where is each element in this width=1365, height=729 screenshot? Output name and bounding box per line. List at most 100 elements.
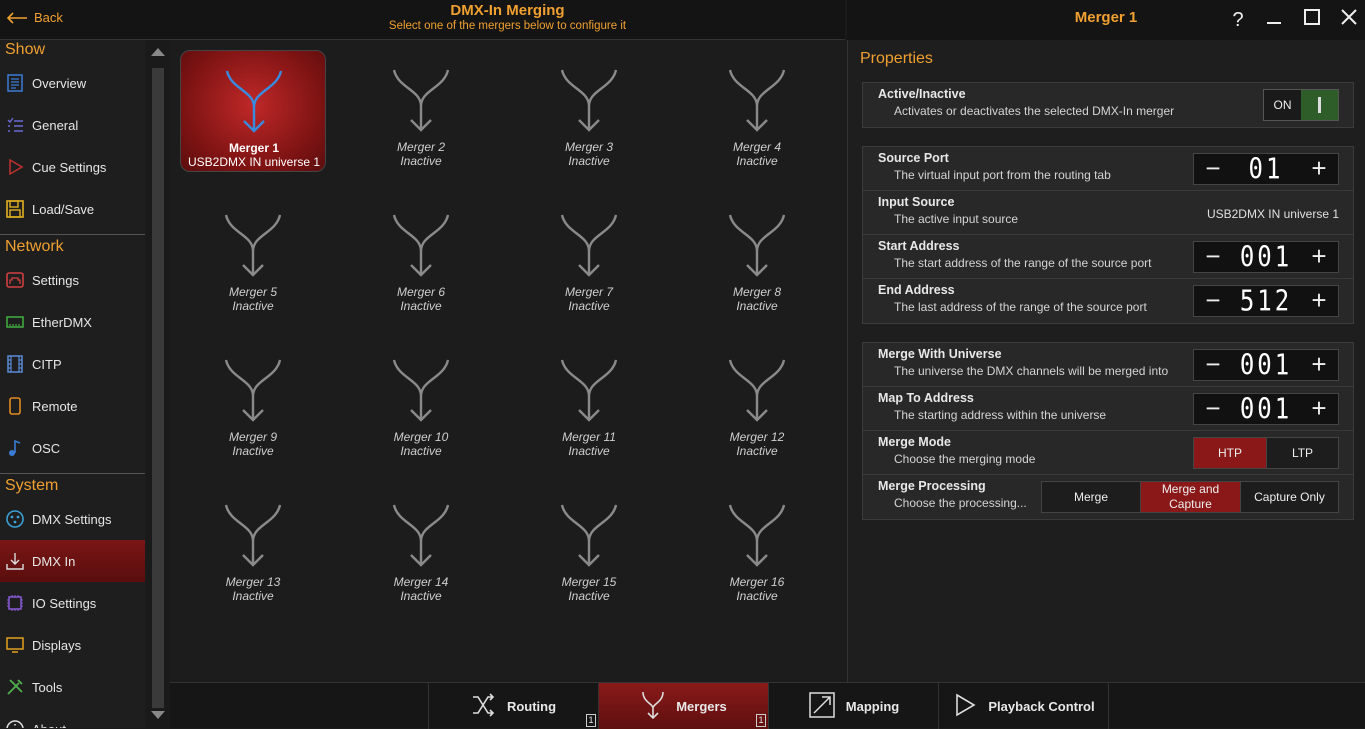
mapping-icon xyxy=(808,691,836,722)
maximize-button[interactable] xyxy=(1299,7,1325,33)
sidebar-item-cue-settings[interactable]: Cue Settings xyxy=(0,146,145,188)
tab-routing[interactable]: Routing 1 xyxy=(428,683,598,729)
sidebar-item-label: Settings xyxy=(32,272,79,288)
merger-status: Inactive xyxy=(232,299,274,313)
merger-name: Merger 4 xyxy=(732,140,782,154)
sidebar-section-title: Show xyxy=(5,41,46,58)
merger-name: Merger 6 xyxy=(396,285,446,299)
decrement-button[interactable]: − xyxy=(1194,242,1232,272)
sidebar-scrollbar[interactable] xyxy=(147,40,169,728)
merge-icon xyxy=(728,359,786,422)
sidebar-item-overview[interactable]: Overview xyxy=(0,62,145,104)
sidebar-item-general[interactable]: General xyxy=(0,104,145,146)
sidebar-item-io-settings[interactable]: IO Settings xyxy=(0,582,145,624)
merge-icon xyxy=(728,504,786,567)
merger-tile[interactable]: Merger 6 Inactive xyxy=(348,195,494,317)
increment-button[interactable]: + xyxy=(1300,154,1338,184)
decrement-button[interactable]: − xyxy=(1194,394,1232,424)
minimize-icon xyxy=(1267,22,1281,24)
merger-status: Inactive xyxy=(400,589,442,603)
merger-tile[interactable]: Merger 11 Inactive xyxy=(516,340,662,462)
tab-label: Routing xyxy=(506,698,557,714)
ethernet-icon xyxy=(4,311,26,333)
merger-tile[interactable]: Merger 2 Inactive xyxy=(348,50,494,172)
sidebar-item-dmx-in[interactable]: DMX In xyxy=(0,540,145,582)
merger-tile[interactable]: Merger 1 USB2DMX IN universe 1 xyxy=(180,50,326,172)
merger-tile[interactable]: Merger 15 Inactive xyxy=(516,485,662,607)
tab-badge: 1 xyxy=(756,714,766,727)
sidebar-item-settings[interactable]: Settings xyxy=(0,259,145,301)
end-address-stepper[interactable]: − 512 + xyxy=(1193,284,1339,318)
map-address-title: Map To Address xyxy=(878,391,974,405)
tab-mapping[interactable]: Mapping xyxy=(768,683,938,729)
decrement-button[interactable]: − xyxy=(1194,154,1232,184)
sidebar-item-osc[interactable]: OSC xyxy=(0,427,145,469)
overview-icon xyxy=(4,72,26,94)
start-address-stepper[interactable]: − 001 + xyxy=(1193,240,1339,274)
merge-universe-value: 001 xyxy=(1239,348,1293,382)
merge-universe-stepper[interactable]: − 001 + xyxy=(1193,348,1339,382)
merger-tile[interactable]: Merger 8 Inactive xyxy=(684,195,830,317)
scroll-thumb[interactable] xyxy=(152,68,164,708)
chip-icon xyxy=(4,592,26,614)
tab-playback-control[interactable]: Playback Control xyxy=(938,683,1108,729)
merger-tile[interactable]: Merger 4 Inactive xyxy=(684,50,830,172)
tab-label: Mapping xyxy=(845,698,900,714)
sidebar-item-remote[interactable]: Remote xyxy=(0,385,145,427)
sidebar-item-citp[interactable]: CITP xyxy=(0,343,145,385)
decrement-button[interactable]: − xyxy=(1194,286,1232,316)
merger-name: Merger 7 xyxy=(564,285,614,299)
merge-icon xyxy=(392,504,450,567)
sidebar-item-label: Tools xyxy=(32,679,63,695)
merge-icon xyxy=(224,214,282,277)
merger-tile[interactable]: Merger 16 Inactive xyxy=(684,485,830,607)
tab-mergers[interactable]: Mergers 1 xyxy=(598,683,768,729)
merge-mode-htp[interactable]: HTP xyxy=(1194,438,1266,468)
processing-capture-only[interactable]: Capture Only xyxy=(1240,482,1338,512)
merge-icon xyxy=(560,359,618,422)
section-divider xyxy=(0,473,145,474)
end-address-row: End Address The last address of the rang… xyxy=(863,279,1353,323)
merge-mode-selector[interactable]: HTP LTP xyxy=(1193,437,1339,469)
merger-tile[interactable]: Merger 10 Inactive xyxy=(348,340,494,462)
merger-tile[interactable]: Merger 5 Inactive xyxy=(180,195,326,317)
merger-name: Merger 12 xyxy=(729,430,785,444)
decrement-button[interactable]: − xyxy=(1194,350,1232,380)
sidebar-item-label: Load/Save xyxy=(32,201,95,217)
merger-tile[interactable]: Merger 14 Inactive xyxy=(348,485,494,607)
sidebar-item-etherdmx[interactable]: EtherDMX xyxy=(0,301,145,343)
right-title-bar: Merger 1 ? xyxy=(847,0,1365,40)
sidebar-item-tools[interactable]: Tools xyxy=(0,666,145,708)
end-address-title: End Address xyxy=(878,283,955,297)
minimize-button[interactable] xyxy=(1261,7,1287,33)
active-toggle[interactable]: ON xyxy=(1263,89,1339,121)
play-icon xyxy=(952,692,978,721)
close-button[interactable] xyxy=(1336,7,1362,33)
sidebar-item-displays[interactable]: Displays xyxy=(0,624,145,666)
scroll-up-icon[interactable] xyxy=(151,48,165,56)
scroll-down-icon[interactable] xyxy=(151,711,165,719)
processing-merge[interactable]: Merge xyxy=(1042,482,1140,512)
merger-tile[interactable]: Merger 13 Inactive xyxy=(180,485,326,607)
sidebar-item-dmx-settings[interactable]: DMX Settings xyxy=(0,498,145,540)
merger-tile[interactable]: Merger 9 Inactive xyxy=(180,340,326,462)
map-address-stepper[interactable]: − 001 + xyxy=(1193,392,1339,426)
section-divider xyxy=(0,234,145,235)
sidebar-item-load-save[interactable]: Load/Save xyxy=(0,188,145,230)
network-settings-icon xyxy=(4,269,26,291)
merger-tile[interactable]: Merger 12 Inactive xyxy=(684,340,830,462)
processing-merge-and-capture[interactable]: Merge and Capture xyxy=(1140,482,1240,512)
help-button[interactable]: ? xyxy=(1225,7,1251,33)
increment-button[interactable]: + xyxy=(1300,242,1338,272)
source-port-stepper[interactable]: − 01 + xyxy=(1193,152,1339,186)
sidebar-item-about[interactable]: About xyxy=(0,708,145,728)
increment-button[interactable]: + xyxy=(1300,350,1338,380)
merger-tile[interactable]: Merger 3 Inactive xyxy=(516,50,662,172)
merger-tile[interactable]: Merger 7 Inactive xyxy=(516,195,662,317)
active-title: Active/Inactive xyxy=(878,87,966,101)
merge-processing-selector[interactable]: Merge Merge and Capture Capture Only xyxy=(1041,481,1339,513)
merge-icon xyxy=(392,359,450,422)
increment-button[interactable]: + xyxy=(1300,394,1338,424)
increment-button[interactable]: + xyxy=(1300,286,1338,316)
merge-mode-ltp[interactable]: LTP xyxy=(1266,438,1338,468)
